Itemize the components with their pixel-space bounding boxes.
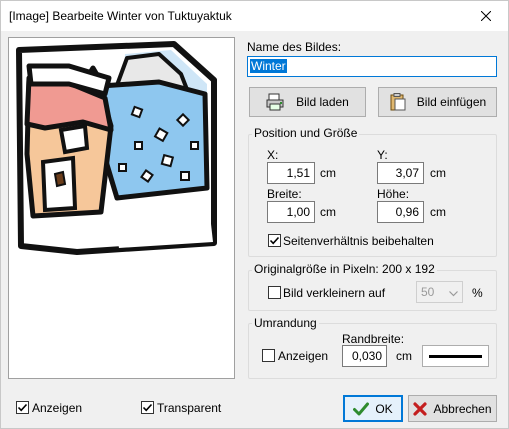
transparent-checkbox[interactable] — [141, 401, 154, 414]
y-label: Y: — [377, 148, 388, 162]
border-width-unit: cm — [396, 349, 412, 363]
x-icon — [413, 401, 428, 416]
paste-image-button[interactable]: Bild einfügen — [378, 87, 497, 117]
footer-show-checkbox[interactable] — [16, 401, 29, 414]
shrink-label: Bild verkleinern auf — [283, 286, 386, 300]
height-input[interactable]: 0,96 — [377, 201, 424, 223]
footer-show-label: Anzeigen — [32, 401, 83, 415]
x-unit: cm — [320, 166, 336, 180]
cancel-button[interactable]: Abbrechen — [408, 395, 497, 422]
shrink-select-value: 50 — [421, 285, 435, 299]
transparent-label: Transparent — [157, 401, 222, 415]
ok-label: OK — [375, 401, 393, 416]
checkmark-icon — [142, 403, 153, 412]
check-icon — [353, 402, 370, 416]
image-preview — [8, 37, 235, 379]
width-unit: cm — [320, 205, 336, 219]
y-unit: cm — [430, 166, 446, 180]
name-input[interactable]: Winter — [247, 56, 497, 77]
name-label: Name des Bildes: — [247, 40, 342, 54]
clipboard-icon — [389, 93, 407, 111]
position-size-title: Position und Größe — [252, 126, 360, 140]
close-icon[interactable] — [463, 1, 508, 31]
border-line-style-button[interactable] — [422, 345, 489, 367]
winter-image — [16, 41, 217, 255]
shrink-checkbox[interactable] — [268, 286, 281, 299]
border-width-input[interactable]: 0,030 — [342, 345, 387, 367]
load-image-label: Bild laden — [296, 95, 349, 109]
border-title: Umrandung — [252, 316, 319, 330]
shrink-unit: % — [472, 286, 483, 300]
chevron-down-icon — [449, 286, 458, 300]
width-input[interactable]: 1,00 — [267, 201, 315, 223]
height-label: Höhe: — [377, 187, 410, 201]
border-width-label: Randbreite: — [342, 332, 405, 346]
name-input-value: Winter — [250, 59, 287, 73]
load-image-button[interactable]: Bild laden — [249, 87, 366, 117]
checkmark-icon — [17, 403, 28, 412]
original-size-title: Originalgröße in Pixeln: 200 x 192 — [252, 262, 437, 276]
shrink-select[interactable]: 50 — [416, 281, 463, 303]
height-unit: cm — [430, 205, 446, 219]
x-input[interactable]: 1,51 — [267, 162, 315, 184]
printer-icon — [266, 93, 286, 111]
title-bar: [Image] Bearbeite Winter von Tuktuyaktuk — [0, 0, 509, 31]
border-show-checkbox[interactable] — [262, 349, 275, 362]
width-label: Breite: — [267, 187, 302, 201]
x-label: X: — [267, 148, 279, 162]
checkmark-icon — [269, 236, 280, 245]
window-title: [Image] Bearbeite Winter von Tuktuyaktuk — [9, 9, 232, 23]
paste-image-label: Bild einfügen — [416, 95, 487, 109]
y-input[interactable]: 3,07 — [377, 162, 424, 184]
cancel-label: Abbrechen — [433, 401, 492, 416]
border-show-label: Anzeigen — [278, 349, 329, 363]
ok-button[interactable]: OK — [343, 395, 403, 422]
keep-aspect-checkbox[interactable] — [268, 234, 281, 247]
keep-aspect-label: Seitenverhältnis beibehalten — [283, 234, 434, 248]
